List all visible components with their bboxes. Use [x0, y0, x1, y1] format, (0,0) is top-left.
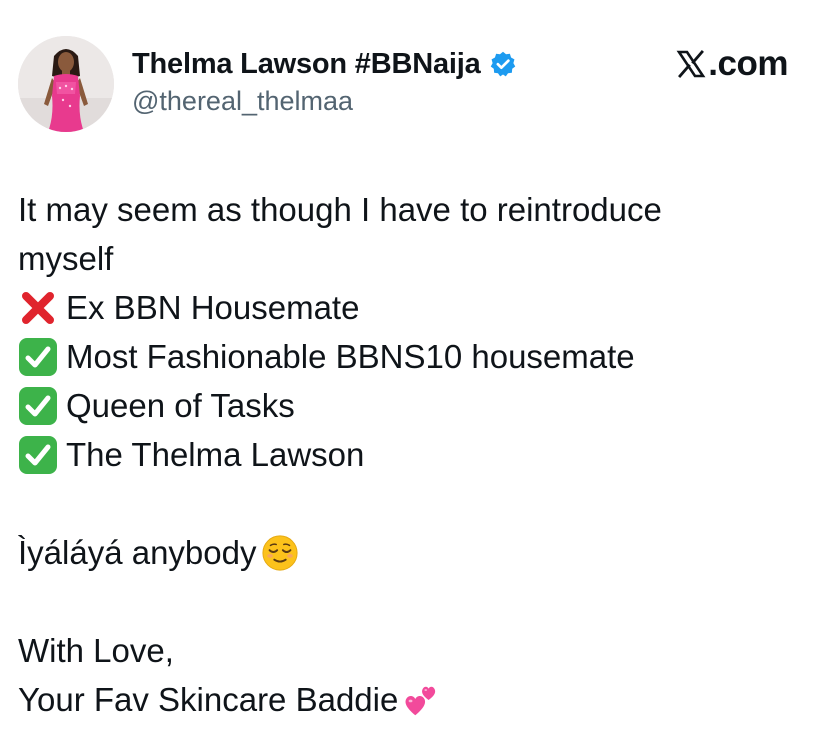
red-cross-mark-icon	[22, 291, 54, 324]
tweet-line-text: Ìyáláyá anybody	[18, 534, 257, 571]
tweet-line: With Love,	[18, 626, 808, 675]
tweet-line-text: Most Fashionable BBNS10 housemate	[66, 338, 635, 375]
tweet-line: Most Fashionable BBNS10 housemate	[18, 332, 808, 381]
brand-logo: .com	[676, 44, 788, 84]
display-name[interactable]: Thelma Lawson #BBNaija	[132, 48, 481, 81]
tweet-line-text: myself	[18, 240, 114, 277]
relieved-face-icon	[261, 534, 298, 571]
tweet-line: Ex BBN Housemate	[18, 283, 808, 332]
author-handle[interactable]: @thereal_thelmaa	[132, 86, 517, 117]
tweet-line-text: The Thelma Lawson	[66, 436, 365, 473]
display-name-row: Thelma Lawson #BBNaija	[132, 44, 517, 84]
green-check-mark-icon	[19, 386, 57, 425]
tweet-line: Queen of Tasks	[18, 381, 808, 430]
tweet-line-text: Ex BBN Housemate	[66, 289, 360, 326]
tweet-line: Your Fav Skincare Baddie	[18, 675, 808, 724]
tweet-line: It may seem as though I have to reintrod…	[18, 185, 808, 234]
tweet-header: Thelma Lawson #BBNaija @thereal_thelmaa …	[18, 36, 808, 132]
green-check-mark-icon	[19, 337, 57, 376]
tweet-line-text: With Love,	[18, 632, 174, 669]
verified-badge-icon	[490, 51, 515, 77]
brand-logo-text: .com	[708, 44, 788, 83]
avatar-image	[18, 36, 114, 132]
tweet-text: It may seem as though I have to reintrod…	[18, 185, 808, 724]
green-check-mark-icon	[19, 435, 57, 474]
tweet-line: Ìyáláyá anybody	[18, 528, 808, 577]
tweet-line: The Thelma Lawson	[18, 430, 808, 479]
x-logo-icon	[676, 50, 706, 78]
avatar[interactable]	[18, 36, 114, 132]
two-hearts-icon	[405, 686, 436, 715]
tweet-line-text: Queen of Tasks	[66, 387, 295, 424]
tweet-line-text: Your Fav Skincare Baddie	[18, 681, 399, 718]
author-info: Thelma Lawson #BBNaija @thereal_thelmaa	[132, 44, 517, 117]
tweet-line: myself	[18, 234, 808, 283]
tweet-line-text: It may seem as though I have to reintrod…	[18, 191, 662, 228]
